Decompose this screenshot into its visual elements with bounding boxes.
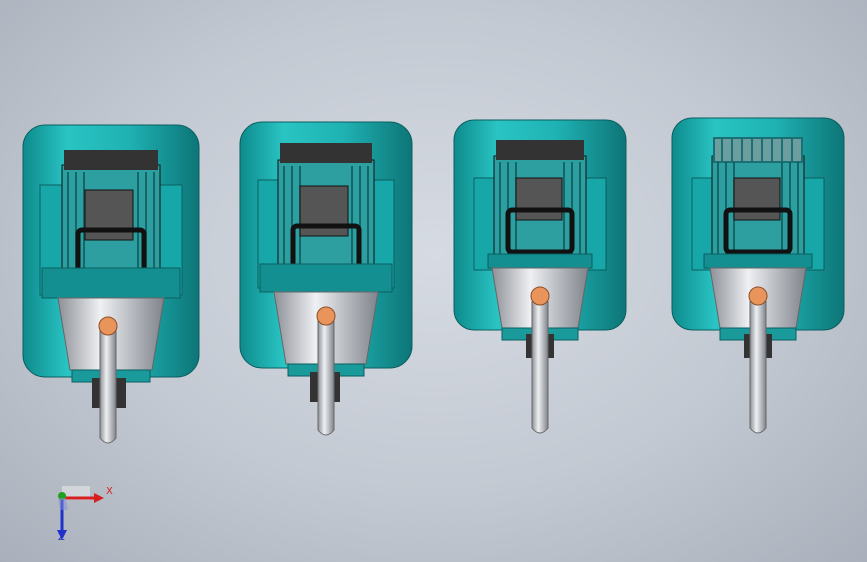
valve-knob (98, 316, 118, 336)
handle-pipe (317, 318, 335, 436)
coordinate-triad: X Z (48, 482, 118, 546)
motor-base (41, 267, 181, 299)
fan-cover (64, 150, 158, 170)
handle-pipe (531, 301, 549, 434)
valve-knob (530, 286, 550, 306)
motor-base (703, 253, 813, 269)
fan-cover-ribbed (713, 137, 803, 163)
terminal-box (733, 177, 781, 221)
motor-assembly-3[interactable] (452, 116, 628, 441)
motor-base (259, 263, 393, 293)
terminal-box (515, 177, 563, 221)
cad-viewport[interactable]: X Z (0, 0, 867, 562)
valve-knob (316, 306, 336, 326)
valve-knob (748, 286, 768, 306)
fan-cover (280, 143, 372, 163)
x-axis-label: X (106, 486, 113, 497)
motor-assembly-1[interactable] (20, 120, 202, 450)
handle-pipe (749, 301, 767, 434)
fan-cover (496, 140, 584, 160)
motor-assembly-2[interactable] (238, 118, 414, 443)
motor-assembly-4[interactable] (670, 116, 846, 441)
z-axis-label: Z (58, 532, 65, 543)
motor-base (487, 253, 593, 269)
handle-pipe (99, 330, 117, 444)
